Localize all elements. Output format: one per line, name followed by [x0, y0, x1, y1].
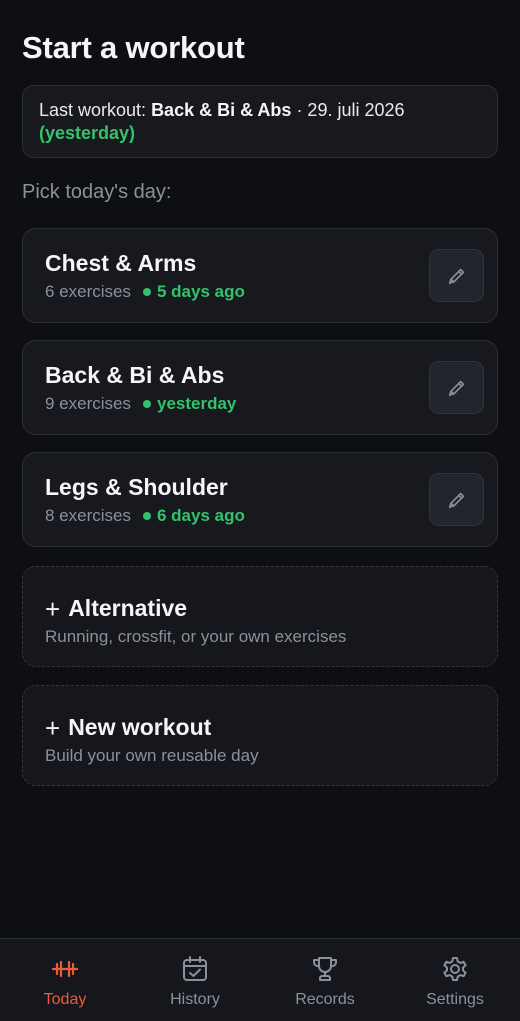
day-name: Chest & Arms [45, 250, 197, 276]
new-workout-label: New workout [68, 714, 212, 740]
gear-icon [443, 957, 467, 981]
last-workout-date: · 29. juli 2026 [291, 100, 405, 120]
new-workout-card[interactable]: + New workout Build your own reusable day [22, 685, 498, 786]
nav-label: Settings [426, 991, 484, 1008]
alternative-label: Alternative [68, 595, 188, 621]
status-dot [142, 287, 151, 296]
last-done: yesterday [156, 394, 237, 413]
day-card-legs-shoulder[interactable]: Legs & Shoulder 8 exercises 6 days ago [22, 452, 498, 547]
nav-label: Records [295, 991, 355, 1008]
day-meta: 9 exercises yesterday [45, 394, 236, 414]
nav-tab-records[interactable]: Records [260, 939, 390, 1021]
nav-tab-settings[interactable]: Settings [390, 939, 520, 1021]
last-workout-card: Last workout: Back & Bi & Abs · 29. juli… [22, 85, 498, 158]
nav-label: History [170, 991, 220, 1008]
exercise-count: 8 exercises [45, 506, 131, 525]
last-workout-prefix: Last workout: [39, 100, 152, 120]
edit-day-button[interactable] [429, 249, 484, 302]
day-name: Legs & Shoulder [45, 474, 228, 500]
dumbbell-icon [51, 960, 79, 978]
bottom-nav: Today History Records Settings [0, 938, 520, 1021]
pencil-icon [448, 268, 464, 284]
nav-tab-today[interactable]: Today [0, 939, 130, 1021]
trophy-icon [313, 957, 337, 981]
nav-label: Today [43, 991, 87, 1008]
pencil-icon [448, 380, 464, 396]
nav-tab-history[interactable]: History [130, 939, 260, 1021]
edit-day-button[interactable] [429, 473, 484, 526]
edit-day-button[interactable] [429, 361, 484, 414]
pick-day-label: Pick today's day: [22, 181, 172, 203]
alternative-workout-card[interactable]: + Alternative Running, crossfit, or your … [22, 566, 498, 667]
last-workout-relative: (yesterday) [39, 123, 136, 143]
alternative-subtitle: Running, crossfit, or your own exercises [45, 627, 347, 646]
pencil-icon [448, 492, 464, 508]
day-meta: 8 exercises 6 days ago [45, 506, 245, 526]
exercise-count: 9 exercises [45, 394, 131, 413]
day-name: Back & Bi & Abs [45, 362, 225, 388]
last-workout-name: Back & Bi & Abs [151, 100, 292, 120]
calendar-check-icon [183, 956, 207, 981]
exercise-count: 6 exercises [45, 282, 131, 301]
plus-icon: + [45, 594, 61, 624]
new-workout-subtitle: Build your own reusable day [45, 746, 259, 765]
new-workout-title: + New workout [45, 713, 211, 744]
page-title: Start a workout [22, 30, 245, 65]
day-card-back-bi-abs[interactable]: Back & Bi & Abs 9 exercises yesterday [22, 340, 498, 435]
day-meta: 6 exercises 5 days ago [45, 282, 245, 302]
alternative-title: + Alternative [45, 594, 187, 625]
status-dot [142, 399, 151, 408]
app-screen: Start a workout Last workout: Back & Bi … [0, 0, 520, 1021]
day-card-chest-arms[interactable]: Chest & Arms 6 exercises 5 days ago [22, 228, 498, 323]
last-done: 6 days ago [156, 506, 245, 525]
status-dot [142, 511, 151, 520]
last-done: 5 days ago [156, 282, 245, 301]
plus-icon: + [45, 713, 61, 743]
